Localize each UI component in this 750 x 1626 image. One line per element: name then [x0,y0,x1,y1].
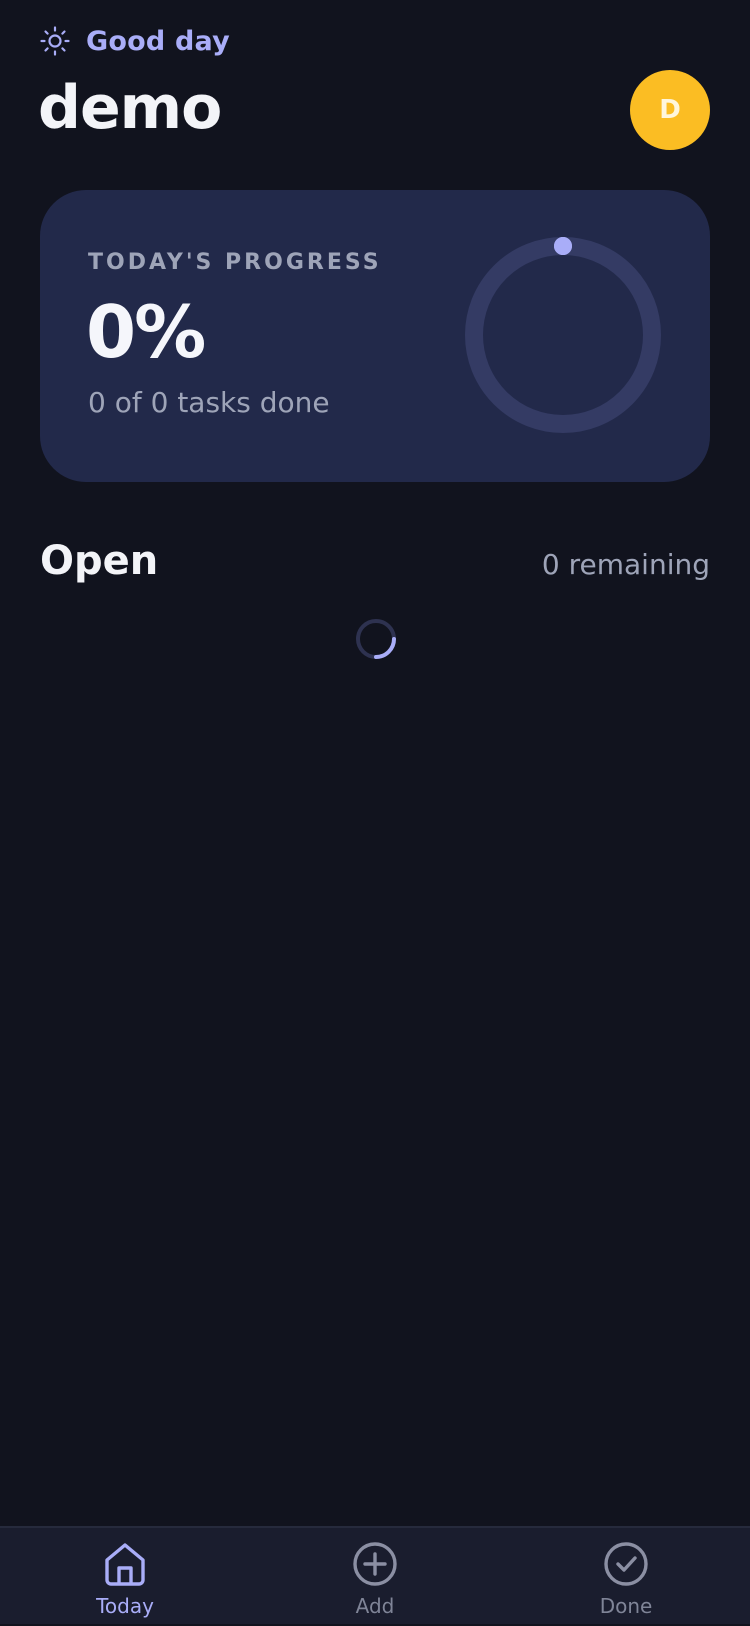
greeting-text: Good day [86,25,230,57]
avatar-initial: D [659,95,681,125]
sun-icon [40,26,70,56]
plus-circle-icon [353,1542,397,1586]
progress-ring [465,237,661,433]
avatar[interactable]: D [630,70,710,150]
tab-done-label: Done [599,1594,653,1618]
progress-percent: 0% [86,290,206,374]
bottom-tab-bar: Today Add Done [0,1526,750,1624]
progress-ring-indicator [554,237,572,255]
progress-ring-track [465,237,661,433]
open-section-title: Open [40,538,159,584]
home-icon [105,1543,145,1586]
tab-add-label: Add [355,1594,395,1618]
check-circle-icon [604,1542,648,1586]
progress-summary: 0 of 0 tasks done [88,386,330,419]
tab-add[interactable]: Add [305,1540,445,1626]
progress-card: TODAY'S PROGRESS 0% 0 of 0 tasks done [40,190,710,482]
remaining-count: 0 remaining [541,548,710,581]
tab-today-label: Today [96,1594,154,1618]
loading-spinner [356,619,396,659]
tab-today[interactable]: Today [55,1540,195,1626]
username-title: demo [38,73,222,143]
tab-done[interactable]: Done [556,1540,696,1626]
progress-label: TODAY'S PROGRESS [88,250,382,275]
greeting: Good day [40,20,230,62]
